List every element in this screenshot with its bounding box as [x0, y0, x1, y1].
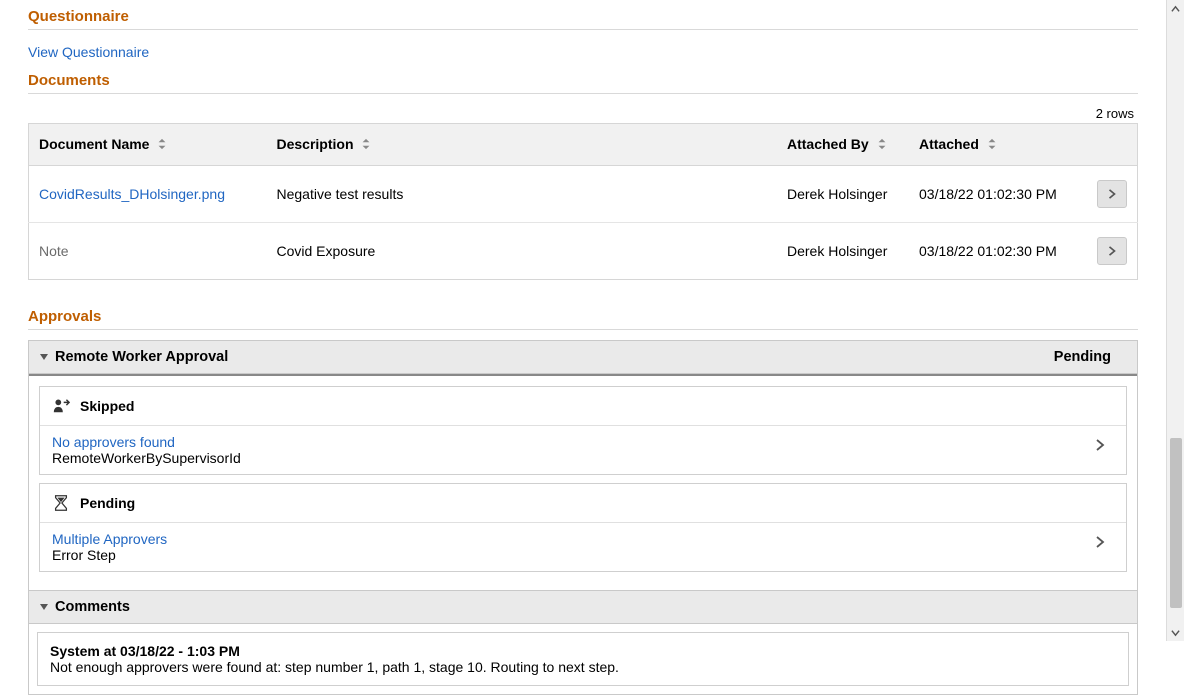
scrollbar-thumb[interactable]	[1170, 438, 1182, 608]
comment-item: System at 03/18/22 - 1:03 PM Not enough …	[37, 632, 1129, 686]
scroll-down-button[interactable]	[1167, 623, 1184, 641]
col-label: Attached By	[787, 136, 869, 152]
document-name-text: Note	[39, 243, 69, 259]
view-questionnaire-link[interactable]: View Questionnaire	[28, 44, 149, 60]
approval-step-title: Pending	[80, 495, 135, 511]
person-skip-icon	[52, 397, 70, 415]
chevron-right-icon	[1107, 246, 1117, 256]
document-attached-by: Derek Holsinger	[777, 223, 909, 280]
table-row: CovidResults_DHolsinger.png Negative tes…	[29, 166, 1138, 223]
document-attached-by: Derek Holsinger	[777, 166, 909, 223]
document-description: Negative test results	[267, 166, 778, 223]
vertical-scrollbar[interactable]	[1166, 0, 1184, 641]
approval-panel: Remote Worker Approval Pending	[28, 340, 1138, 695]
col-attached-by[interactable]: Attached By	[777, 124, 909, 166]
collapse-triangle-icon	[39, 349, 49, 365]
row-details-button[interactable]	[1097, 180, 1127, 208]
sort-icon	[157, 137, 167, 153]
approval-step-subtext: RemoteWorkerBySupervisorId	[52, 450, 1086, 466]
divider	[28, 329, 1138, 330]
scroll-up-button[interactable]	[1167, 0, 1184, 18]
comment-title: System at 03/18/22 - 1:03 PM	[50, 643, 1116, 659]
chevron-up-icon	[1171, 5, 1180, 14]
approval-step-details-button[interactable]	[1086, 434, 1114, 458]
approval-step-details-button[interactable]	[1086, 531, 1114, 555]
col-label: Attached	[919, 136, 979, 152]
col-label: Document Name	[39, 136, 149, 152]
col-description[interactable]: Description	[267, 124, 778, 166]
documents-table: Document Name Description Attached By	[28, 123, 1138, 280]
chevron-down-icon	[1171, 628, 1180, 637]
approval-step: Skipped No approvers found RemoteWorkerB…	[39, 386, 1127, 475]
table-header-row: Document Name Description Attached By	[29, 124, 1138, 166]
approval-panel-title: Remote Worker Approval	[55, 349, 1054, 365]
comments-heading: Comments	[55, 599, 1127, 615]
chevron-right-icon	[1107, 189, 1117, 199]
sort-icon	[987, 137, 997, 153]
sort-icon	[877, 137, 887, 153]
hourglass-icon	[52, 494, 70, 512]
col-action	[1087, 124, 1138, 166]
col-attached[interactable]: Attached	[909, 124, 1087, 166]
approval-step-link[interactable]: Multiple Approvers	[52, 531, 1086, 547]
documents-row-count: 2 rows	[28, 104, 1138, 123]
table-row: Note Covid Exposure Derek Holsinger 03/1…	[29, 223, 1138, 280]
row-details-button[interactable]	[1097, 237, 1127, 265]
comment-body: Not enough approvers were found at: step…	[50, 659, 1116, 675]
questionnaire-heading: Questionnaire	[28, 4, 1138, 29]
chevron-right-icon	[1094, 536, 1106, 548]
col-document-name[interactable]: Document Name	[29, 124, 267, 166]
document-name-link[interactable]: CovidResults_DHolsinger.png	[39, 186, 225, 202]
document-attached-date: 03/18/22 01:02:30 PM	[909, 166, 1087, 223]
approval-step-subtext: Error Step	[52, 547, 1086, 563]
divider	[28, 93, 1138, 94]
comments-header[interactable]: Comments	[29, 590, 1137, 624]
col-label: Description	[277, 136, 354, 152]
approval-panel-header[interactable]: Remote Worker Approval Pending	[29, 341, 1137, 374]
approval-panel-status: Pending	[1054, 349, 1127, 365]
chevron-right-icon	[1094, 439, 1106, 451]
document-attached-date: 03/18/22 01:02:30 PM	[909, 223, 1087, 280]
approval-step: Pending Multiple Approvers Error Step	[39, 483, 1127, 572]
documents-heading: Documents	[28, 68, 1138, 93]
collapse-triangle-icon	[39, 599, 49, 615]
approval-step-title: Skipped	[80, 398, 134, 414]
approvals-heading: Approvals	[28, 304, 1138, 329]
scrollbar-track[interactable]	[1167, 18, 1184, 623]
sort-icon	[361, 137, 371, 153]
approval-step-link[interactable]: No approvers found	[52, 434, 1086, 450]
divider	[28, 29, 1138, 30]
document-description: Covid Exposure	[267, 223, 778, 280]
